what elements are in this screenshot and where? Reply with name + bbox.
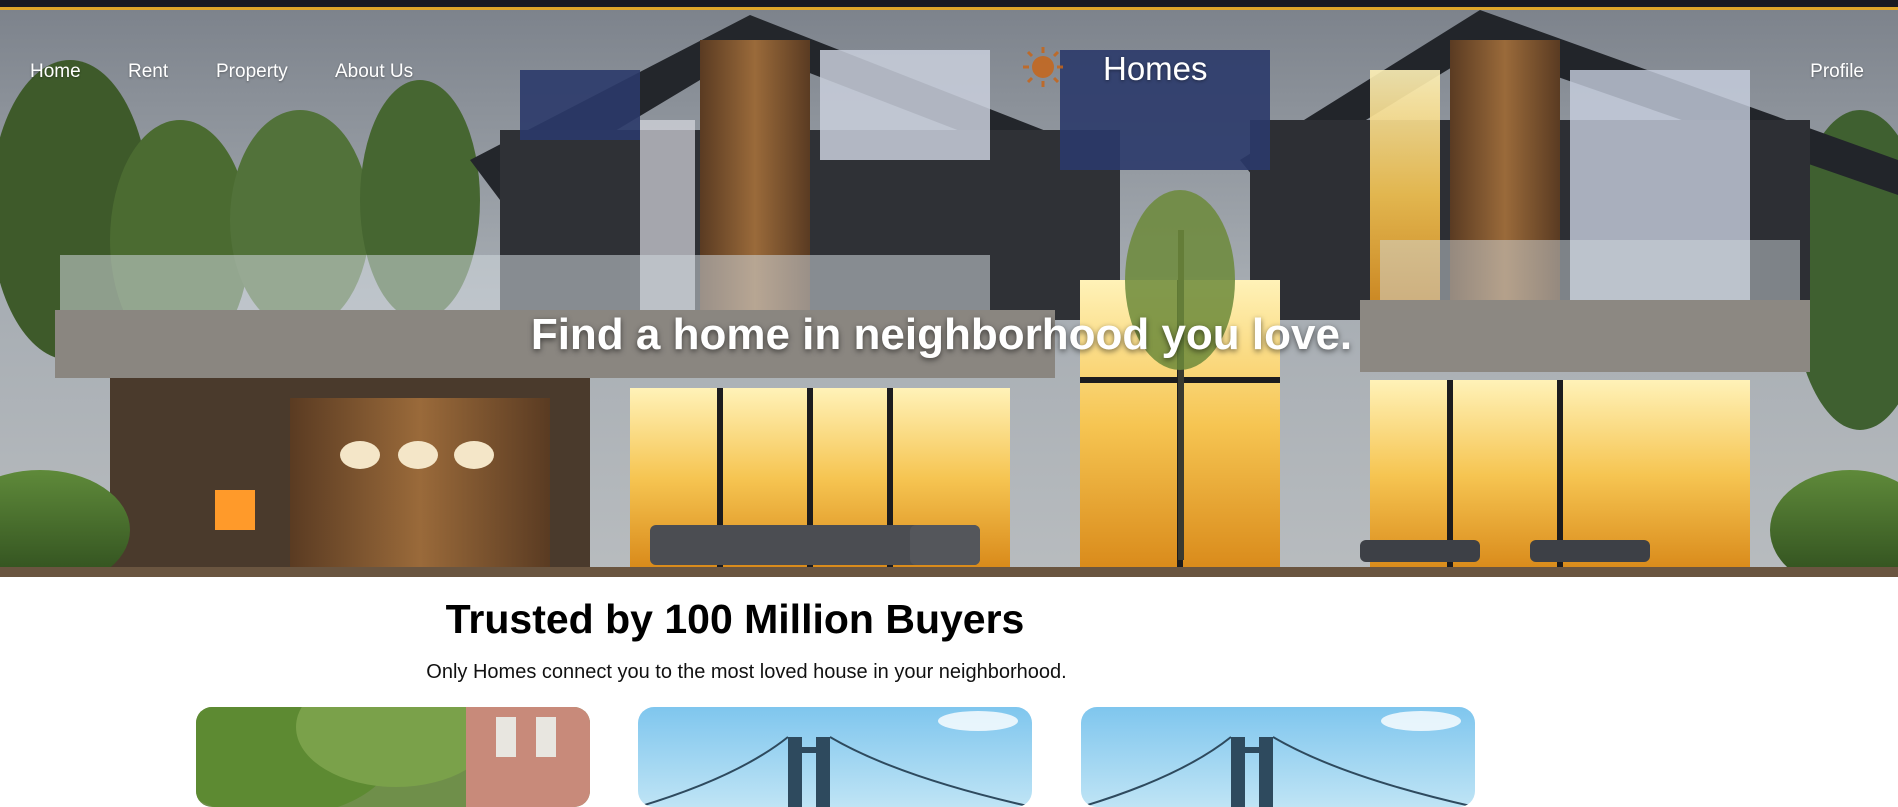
hero-banner: Home Rent Property About Us Homes Profil… bbox=[0, 0, 1898, 577]
property-card-3-image bbox=[1081, 707, 1475, 807]
brand-title[interactable]: Homes bbox=[1103, 50, 1208, 88]
nav-link-profile[interactable]: Profile bbox=[1810, 61, 1864, 83]
top-navigation: Home Rent Property About Us Homes Profil… bbox=[0, 0, 1898, 140]
property-card-2[interactable] bbox=[638, 707, 1032, 807]
property-card-2-image bbox=[638, 707, 1032, 807]
nav-link-property[interactable]: Property bbox=[216, 61, 288, 83]
sun-logo-icon bbox=[1023, 47, 1063, 87]
property-card-1-image bbox=[196, 707, 590, 807]
property-card-3[interactable] bbox=[1081, 707, 1475, 807]
hero-headline: Find a home in neighborhood you love. bbox=[530, 310, 1353, 359]
nav-link-home[interactable]: Home bbox=[30, 61, 81, 83]
trusted-title: Trusted by 100 Million Buyers bbox=[445, 596, 1025, 642]
nav-link-about-us[interactable]: About Us bbox=[335, 61, 413, 83]
nav-link-rent[interactable]: Rent bbox=[128, 61, 168, 83]
trusted-subtitle: Only Homes connect you to the most loved… bbox=[426, 661, 1067, 683]
property-card-1[interactable] bbox=[196, 707, 590, 807]
